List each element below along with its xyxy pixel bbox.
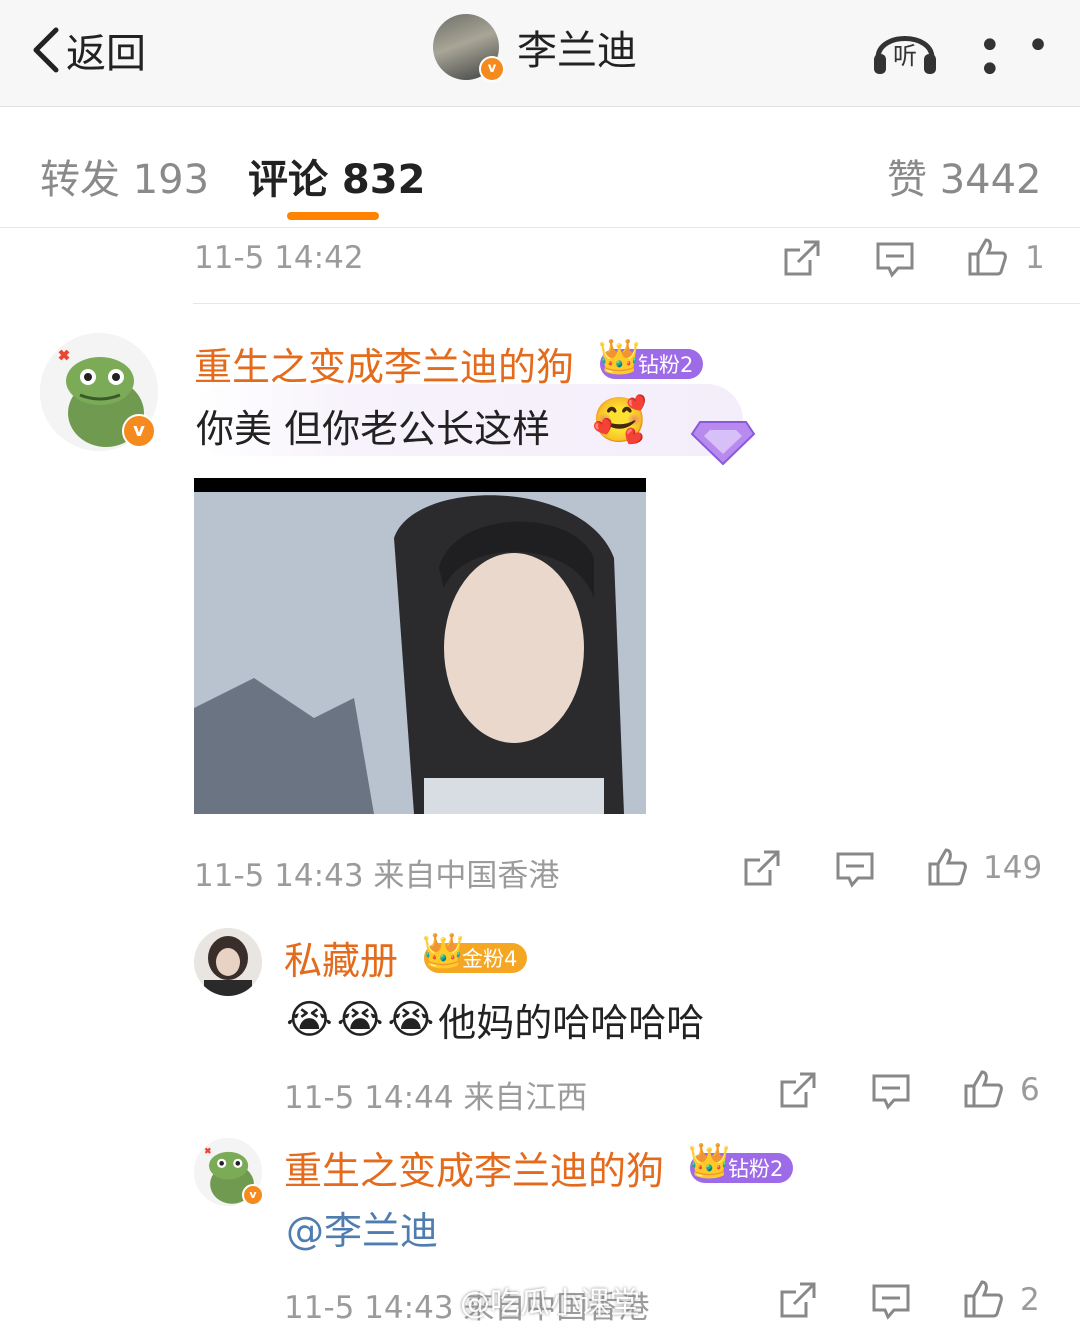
- like-count: 149: [983, 850, 1043, 886]
- mention-link[interactable]: @李兰迪: [286, 1200, 438, 1255]
- comment-icon[interactable]: [870, 1280, 912, 1322]
- profile-title[interactable]: v 李兰迪: [433, 14, 637, 82]
- drama-still-image: [194, 478, 646, 814]
- tab-repost[interactable]: 转发 193: [40, 147, 209, 205]
- reply-text: 他妈的哈哈哈哈: [438, 1001, 705, 1045]
- tab-likes[interactable]: 赞 3442: [887, 147, 1042, 205]
- reply-header: 重生之变成李兰迪的狗 👑 钻粉2: [284, 1140, 794, 1195]
- listen-button[interactable]: 听: [870, 18, 940, 78]
- share-icon[interactable]: [740, 848, 782, 890]
- share-icon[interactable]: [776, 1280, 818, 1322]
- share-icon[interactable]: [776, 1070, 818, 1112]
- fan-badge[interactable]: 👑 钻粉2: [598, 337, 704, 379]
- back-label: 返回: [66, 31, 146, 77]
- emoji-icon: 🥰: [592, 395, 647, 446]
- reply-header: 私藏册 👑 金粉4: [284, 930, 528, 985]
- verified-v-icon: v: [242, 1184, 264, 1206]
- active-tab-indicator: [287, 212, 379, 220]
- comment-meta: 11-5 14:43 来自中国香港: [194, 858, 560, 894]
- comment-icon[interactable]: [874, 238, 916, 280]
- crown-icon: 👑: [688, 1140, 731, 1181]
- comment-icon[interactable]: [834, 848, 876, 890]
- username[interactable]: 私藏册: [284, 930, 398, 985]
- comment-time: 11-5 14:42: [194, 240, 364, 276]
- more-button[interactable]: • • •: [978, 26, 1080, 90]
- share-icon[interactable]: [780, 238, 822, 280]
- fan-badge-label: 金粉4: [462, 946, 518, 971]
- fan-badge[interactable]: 👑 钻粉2: [688, 1141, 794, 1183]
- thumbs-up-icon[interactable]: [962, 1068, 1004, 1110]
- like-count: 2: [1020, 1282, 1040, 1318]
- diamond-medal-icon: [690, 421, 756, 466]
- thumbs-up-icon[interactable]: [962, 1278, 1004, 1320]
- reply-meta: 11-5 14:44 来自江西: [284, 1080, 588, 1116]
- username[interactable]: 重生之变成李兰迪的狗: [284, 1140, 664, 1195]
- crown-icon: 👑: [598, 336, 641, 377]
- avatar[interactable]: v: [433, 14, 505, 82]
- verified-v-icon: v: [479, 56, 505, 82]
- comment-text: 你美 但你老公长这样: [196, 407, 551, 451]
- user-photo-avatar: [194, 928, 262, 996]
- divider: [193, 303, 1080, 304]
- comment-header: 重生之变成李兰迪的狗 👑 钻粉2: [194, 336, 704, 391]
- page-title: 李兰迪: [517, 28, 637, 74]
- watermark: @吃瓜小课堂: [460, 1286, 640, 1321]
- comment-icon[interactable]: [870, 1070, 912, 1112]
- fan-badge-label: 钻粉2: [638, 352, 694, 377]
- fan-badge-label: 钻粉2: [728, 1156, 784, 1181]
- verified-v-icon: v: [122, 414, 156, 448]
- back-chevron-icon: [33, 27, 59, 73]
- tab-comments[interactable]: 评论 832: [248, 147, 425, 205]
- comment-image[interactable]: [194, 478, 646, 814]
- crown-icon: 👑: [422, 930, 465, 971]
- fan-badge[interactable]: 👑 金粉4: [422, 931, 528, 973]
- svg-text:听: 听: [893, 42, 917, 70]
- reply-content: 😭😭😭 他妈的哈哈哈哈: [286, 992, 704, 1047]
- thumbs-up-icon[interactable]: [926, 846, 968, 888]
- like-count: 1: [1025, 240, 1045, 276]
- thumbs-up-icon[interactable]: [966, 236, 1008, 278]
- crying-laughing-icon: 😭😭😭: [286, 996, 439, 1043]
- back-button[interactable]: 返回: [30, 22, 146, 78]
- like-count: 6: [1020, 1072, 1040, 1108]
- avatar[interactable]: [194, 928, 262, 996]
- username[interactable]: 重生之变成李兰迪的狗: [194, 336, 574, 391]
- headphones-icon: 听: [874, 36, 936, 74]
